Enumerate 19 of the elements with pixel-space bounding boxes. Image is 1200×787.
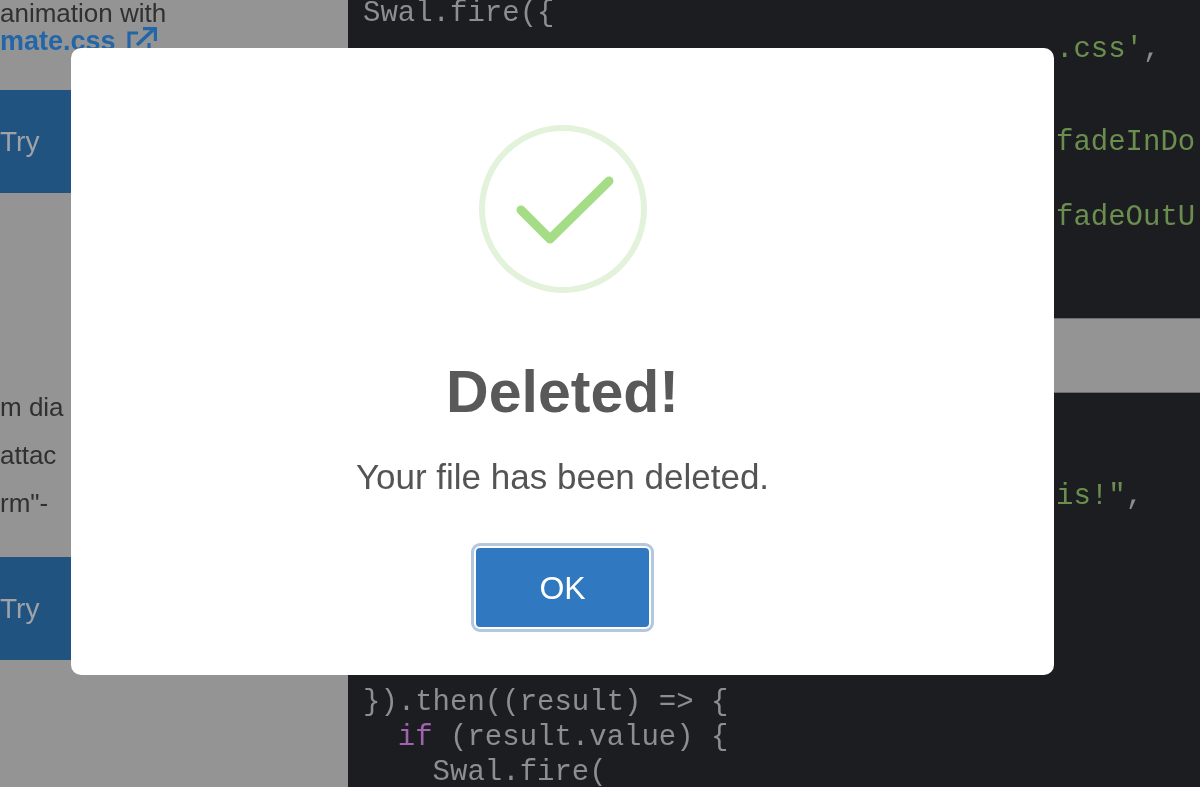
code-line: is!",: [1056, 483, 1144, 511]
paragraph-text: animation with: [0, 0, 167, 26]
paragraph-text: m dia: [0, 391, 64, 424]
dialog-title: Deleted!: [446, 358, 679, 427]
dialog-message: Your file has been deleted.: [355, 457, 770, 497]
code-line: fadeOutU: [1056, 204, 1196, 232]
code-line: if (result.value) {: [396, 724, 729, 752]
check-circle-icon: [478, 125, 647, 293]
paragraph-text: rm"-: [0, 487, 49, 520]
code-line: }).then((result) => {: [363, 689, 729, 717]
action-button[interactable]: Try: [0, 90, 71, 193]
confirm-button[interactable]: OK: [471, 543, 654, 632]
code-line: .css',: [1056, 36, 1161, 64]
code-line: Swal.fire({: [363, 0, 555, 28]
code-line: fadeInDo: [1056, 129, 1196, 157]
action-button[interactable]: Try: [0, 557, 71, 660]
text-link[interactable]: mate.css: [0, 26, 116, 56]
code-line: Swal.fire(: [431, 759, 607, 787]
paragraph-text: attac: [0, 439, 57, 472]
